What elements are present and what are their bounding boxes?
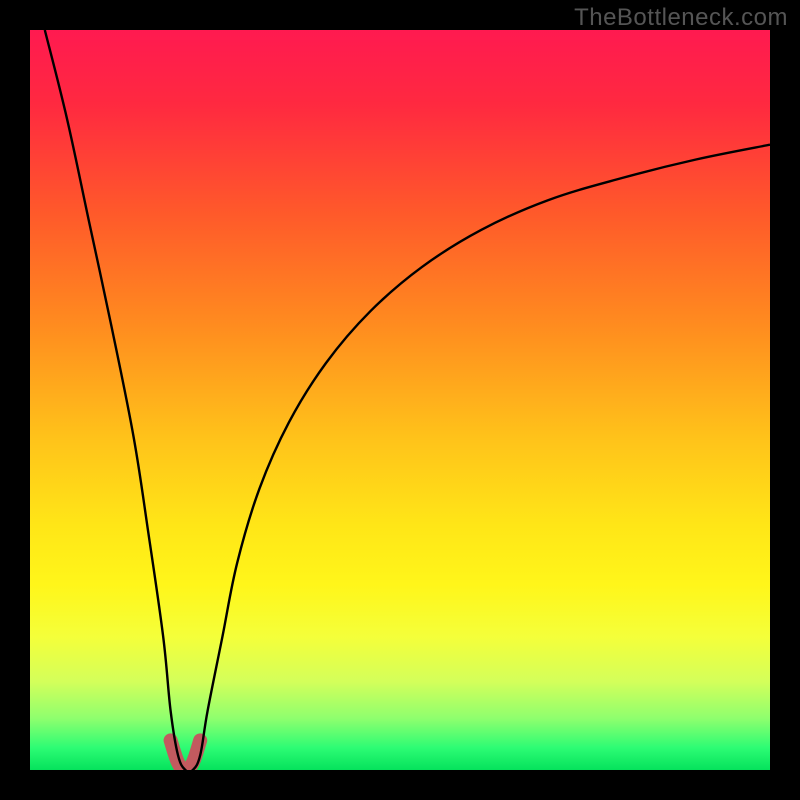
watermark-text: TheBottleneck.com xyxy=(574,4,788,32)
chart-plot-area xyxy=(30,30,770,770)
chart-curves-layer xyxy=(30,30,770,770)
bottleneck-curve xyxy=(45,30,770,770)
